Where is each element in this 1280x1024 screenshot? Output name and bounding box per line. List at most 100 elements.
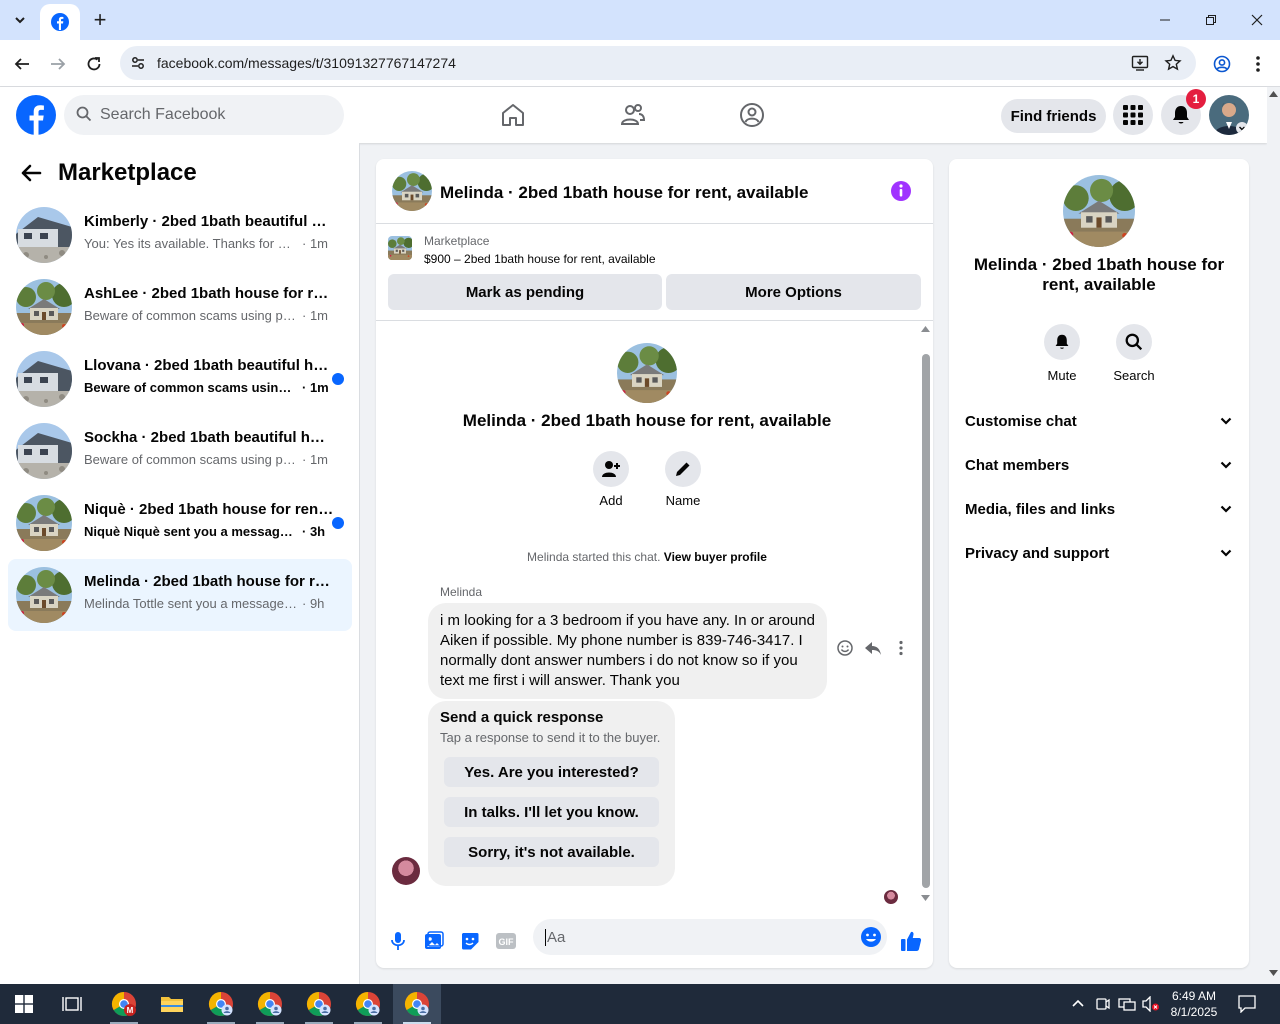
facebook-search-input[interactable]: Search Facebook (64, 95, 344, 135)
mute-button[interactable] (1044, 324, 1080, 360)
taskbar-chrome-profile-1[interactable] (197, 984, 245, 1024)
view-buyer-profile-link[interactable]: View buyer profile (664, 550, 767, 564)
chat-title[interactable]: Melinda · 2bed 1bath house for rent, ava… (440, 183, 808, 203)
conversation-avatar[interactable] (16, 423, 72, 479)
taskbar-file-explorer[interactable] (148, 984, 196, 1024)
conversation-avatar[interactable] (16, 279, 72, 335)
conversation-item[interactable]: Kimberly · 2bed 1bath beautiful house fo… (8, 199, 352, 271)
scroll-up-icon[interactable] (921, 326, 930, 332)
conversation-avatar[interactable] (16, 495, 72, 551)
scroll-up-icon[interactable] (1269, 91, 1278, 97)
incoming-message-bubble[interactable]: i m looking for a 3 bedroom if you have … (428, 603, 827, 699)
conversation-avatar[interactable] (16, 207, 72, 263)
system-clock[interactable]: 6:49 AM 8/1/2025 (1166, 988, 1222, 1020)
account-avatar[interactable] (1209, 95, 1249, 135)
name-chat-action[interactable]: Name (648, 451, 718, 508)
find-friends-button[interactable]: Find friends (1001, 99, 1106, 133)
quick-reply-not-available-button[interactable]: Sorry, it's not available. (444, 837, 659, 867)
scroll-down-icon[interactable] (921, 895, 930, 901)
react-emoji-icon[interactable] (836, 639, 854, 657)
mute-action[interactable]: Mute (1032, 324, 1092, 383)
add-people-action[interactable]: Add (576, 451, 646, 508)
name-chat-button[interactable] (665, 451, 701, 487)
reload-button[interactable] (80, 50, 108, 78)
profile-button[interactable] (1208, 50, 1236, 78)
url-text[interactable]: facebook.com/messages/t/3109132776714727… (157, 55, 456, 71)
more-options-button[interactable]: More Options (666, 274, 921, 310)
new-tab-button[interactable]: + (88, 7, 112, 32)
page-scrollbar[interactable] (1267, 87, 1280, 984)
forward-button[interactable] (44, 50, 72, 78)
info-icon[interactable] (890, 180, 912, 202)
add-people-button[interactable] (593, 451, 629, 487)
back-arrow-icon[interactable] (20, 162, 42, 184)
chat-scrollbar[interactable] (918, 324, 933, 904)
media-files-links-row[interactable]: Media, files and links (965, 497, 1233, 521)
conversation-item[interactable]: Melinda · 2bed 1bath house for rent, ava… (8, 559, 352, 631)
start-button[interactable] (0, 984, 48, 1024)
back-button[interactable] (8, 50, 36, 78)
facebook-logo[interactable] (16, 95, 56, 135)
more-vertical-icon[interactable] (892, 639, 910, 657)
chat-scroll-thumb[interactable] (922, 354, 930, 888)
conversation-avatar[interactable] (16, 567, 72, 623)
conversation-title: Sockha · 2bed 1bath beautiful house for … (84, 429, 334, 446)
restore-button[interactable] (1188, 8, 1234, 32)
taskbar-chrome-profile-4[interactable] (344, 984, 392, 1024)
menu-button[interactable] (1113, 95, 1153, 135)
conversation-avatar[interactable] (16, 351, 72, 407)
voice-clip-button[interactable] (385, 928, 411, 954)
sender-avatar[interactable] (392, 857, 420, 885)
reply-icon[interactable] (864, 639, 882, 657)
browser-menu-button[interactable] (1244, 50, 1272, 78)
privacy-support-row[interactable]: Privacy and support (965, 541, 1233, 565)
site-info-icon[interactable] (130, 55, 146, 71)
conversation-item[interactable]: Niquè · 2bed 1bath house for rent, avail… (8, 487, 352, 559)
taskbar-chrome-profile-3[interactable] (295, 984, 343, 1024)
meet-now-icon[interactable] (1096, 996, 1110, 1012)
friends-nav-button[interactable] (617, 99, 649, 131)
taskbar-chrome-profile-2[interactable] (246, 984, 294, 1024)
send-like-button[interactable] (898, 928, 924, 954)
sticker-button[interactable] (457, 928, 483, 954)
volume-muted-icon[interactable] (1142, 996, 1160, 1012)
bookmark-star-icon[interactable] (1164, 54, 1182, 72)
network-icon[interactable] (1118, 996, 1136, 1012)
name-label: Name (665, 493, 701, 508)
chat-members-row[interactable]: Chat members (965, 453, 1233, 477)
customise-chat-row[interactable]: Customise chat (965, 409, 1233, 433)
search-action[interactable]: Search (1104, 324, 1164, 383)
listing-price[interactable]: $900 – 2bed 1bath house for rent, availa… (424, 252, 656, 266)
quick-reply-in-talks-button[interactable]: In talks. I'll let you know. (444, 797, 659, 827)
show-hidden-icons-chevron-icon[interactable] (1071, 998, 1085, 1008)
task-view-button[interactable] (48, 984, 96, 1024)
install-app-icon[interactable] (1131, 54, 1149, 72)
taskbar-chrome-gmail[interactable]: M (100, 984, 148, 1024)
conversation-item[interactable]: Llovana · 2bed 1bath beautiful house for… (8, 343, 352, 415)
conversation-item[interactable]: AshLee · 2bed 1bath house for rent, avai… (8, 271, 352, 343)
search-in-chat-button[interactable] (1116, 324, 1152, 360)
browser-tab-facebook[interactable] (40, 4, 80, 40)
groups-nav-button[interactable] (736, 99, 768, 131)
minimize-button[interactable] (1142, 8, 1188, 32)
scroll-down-icon[interactable] (1269, 970, 1278, 976)
listing-thumbnail[interactable] (388, 236, 412, 260)
taskbar-chrome-active[interactable] (393, 984, 441, 1024)
chat-started-notice: Melinda started this chat. View buyer pr… (376, 550, 918, 564)
bell-icon (1173, 106, 1189, 124)
tab-search-button[interactable] (8, 8, 32, 32)
action-center-icon[interactable] (1238, 995, 1256, 1013)
chat-header-avatar[interactable] (392, 171, 432, 211)
arrow-right-icon (51, 58, 66, 70)
address-bar[interactable]: facebook.com/messages/t/3109132776714727… (120, 46, 1196, 80)
conversation-title: Melinda · 2bed 1bath house for rent, ava… (84, 573, 334, 590)
message-input[interactable]: Aa (533, 919, 887, 955)
quick-reply-yes-button[interactable]: Yes. Are you interested? (444, 757, 659, 787)
close-window-button[interactable] (1234, 8, 1280, 32)
conversation-item[interactable]: Sockha · 2bed 1bath beautiful house for … (8, 415, 352, 487)
home-nav-button[interactable] (497, 99, 529, 131)
mark-as-pending-button[interactable]: Mark as pending (388, 274, 662, 310)
emoji-icon[interactable] (860, 926, 882, 948)
gif-button[interactable]: GIF (493, 928, 519, 954)
attach-photo-button[interactable] (421, 928, 447, 954)
